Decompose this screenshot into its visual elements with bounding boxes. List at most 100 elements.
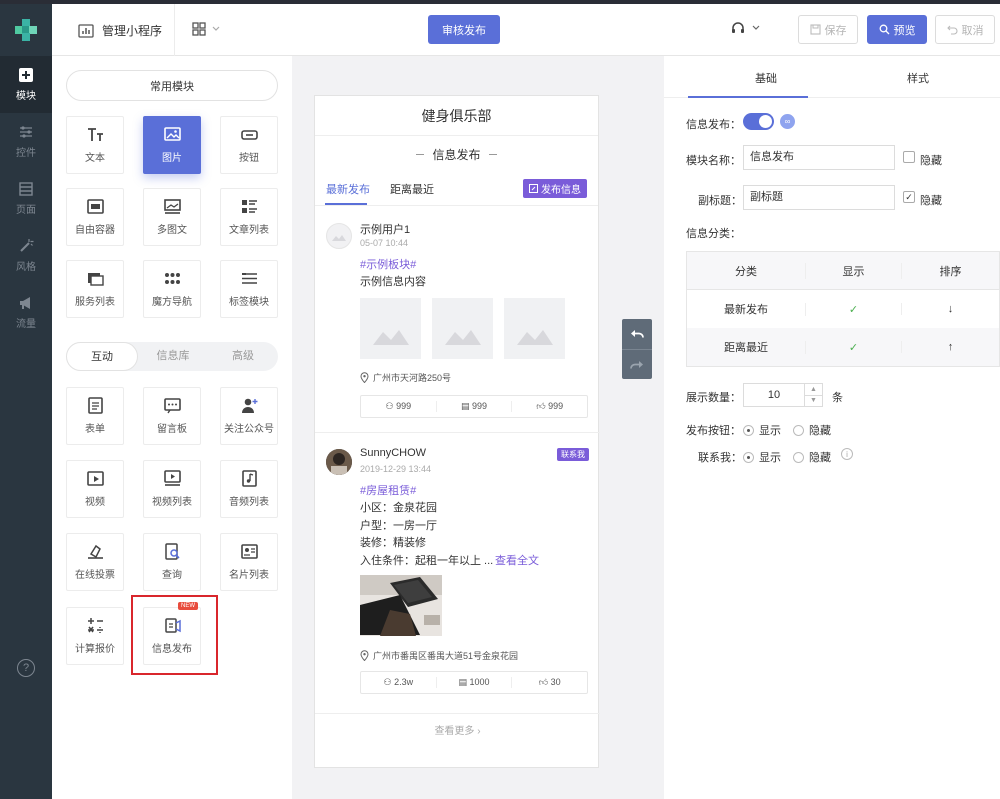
audio-icon <box>241 470 257 487</box>
save-button[interactable]: 保存 <box>798 15 858 44</box>
component-card-list[interactable]: 名片列表 <box>220 533 278 591</box>
hide-subtitle-checkbox[interactable]: ✓ <box>903 191 915 203</box>
common-modules-header[interactable]: 常用模块 <box>66 70 278 101</box>
placeholder-image-icon <box>516 330 553 345</box>
views-count: 2.3w <box>394 677 414 687</box>
component-label: 查询 <box>162 570 182 581</box>
tab-style[interactable]: 样式 <box>907 70 929 86</box>
publish-button-hide-radio[interactable]: 隐藏 <box>793 422 831 438</box>
views-stat[interactable]: ⚇ 999 <box>361 401 437 412</box>
preview-button[interactable]: 预览 <box>867 15 927 44</box>
subtitle-input[interactable]: 副标题 <box>743 185 895 210</box>
multi-image-icon <box>163 199 181 214</box>
manage-miniprogram-link[interactable]: 管理小程序 <box>78 22 162 39</box>
post-photo[interactable] <box>360 575 442 636</box>
contact-show-radio[interactable]: 显示 <box>743 449 781 465</box>
views-stat[interactable]: ⚇ 2.3w <box>361 677 437 688</box>
component-vote[interactable]: 在线投票 <box>66 533 124 591</box>
info-icon[interactable]: i <box>841 448 853 460</box>
page-title: 健身俱乐部 <box>315 96 598 136</box>
link-icon[interactable]: ∞ <box>780 114 795 129</box>
component-container[interactable]: 自由容器 <box>66 188 124 246</box>
tab-nearest[interactable]: 距离最近 <box>390 181 434 197</box>
help-icon[interactable]: ? <box>17 659 35 677</box>
component-multi-image[interactable]: 多图文 <box>143 188 201 246</box>
component-label: 自由容器 <box>75 225 115 236</box>
sort-down-icon[interactable]: ↓ <box>901 303 999 315</box>
component-tag[interactable]: 标签模块 <box>220 260 278 318</box>
support-menu[interactable] <box>730 20 760 36</box>
read-more-link[interactable]: 查看全文 <box>495 552 539 568</box>
component-text[interactable]: 文本 <box>66 116 124 174</box>
post-tag[interactable]: #房屋租赁# <box>360 482 416 498</box>
show-check-icon[interactable]: ✓ <box>805 340 901 354</box>
component-video[interactable]: 视频 <box>66 460 124 518</box>
post-address[interactable]: 广州市天河路250号 <box>360 371 451 384</box>
post-content: 小区：金泉花园 <box>360 502 437 514</box>
nav-item-style[interactable]: 风格 <box>0 227 52 284</box>
increment-icon[interactable]: ▲ <box>805 384 822 395</box>
component-audio-list[interactable]: 音频列表 <box>220 460 278 518</box>
tab-info-library[interactable]: 信息库 <box>138 342 208 371</box>
count-value[interactable]: 10 <box>744 384 804 406</box>
plus-square-icon <box>19 68 33 82</box>
hide-name-checkbox[interactable] <box>903 151 915 163</box>
cancel-button[interactable]: 取消 <box>935 15 995 44</box>
post-image[interactable] <box>360 298 421 359</box>
nav-item-modules[interactable]: 模块 <box>0 56 52 113</box>
sort-up-icon[interactable]: ↑ <box>901 341 999 353</box>
nav-item-pages[interactable]: 页面 <box>0 170 52 227</box>
decrement-icon[interactable]: ▼ <box>805 394 822 407</box>
post-image[interactable] <box>504 298 565 359</box>
count-stepper[interactable]: 10 ▲ ▼ <box>743 383 823 407</box>
tab-advanced[interactable]: 高级 <box>208 342 278 371</box>
image-icon <box>163 127 181 141</box>
likes-stat[interactable]: 👍︎ 999 <box>512 401 587 412</box>
avatar <box>326 223 352 249</box>
tab-underline <box>688 96 808 98</box>
app-switcher[interactable] <box>192 22 220 36</box>
post-image[interactable] <box>432 298 493 359</box>
radio-label: 显示 <box>759 425 781 437</box>
views-count: 999 <box>396 401 412 411</box>
post-card[interactable]: SunnyCHOW 联系我 2019-12-29 13:44 #房屋租赁# 小区… <box>315 433 600 713</box>
module-name-input[interactable]: 信息发布 <box>743 145 895 170</box>
post-card[interactable]: 示例用户1 05-07 10:44 #示例板块# 示例信息内容 广州市天河路25… <box>315 207 600 432</box>
component-form[interactable]: 表单 <box>66 387 124 445</box>
publish-button-show-radio[interactable]: 显示 <box>743 422 781 438</box>
component-calculator[interactable]: 计算报价 <box>66 607 124 665</box>
tab-latest[interactable]: 最新发布 <box>326 181 370 197</box>
post-address[interactable]: 广州市番禺区番禺大道51号金泉花园 <box>360 649 518 662</box>
comments-stat[interactable]: ▤ 1000 <box>437 677 513 688</box>
contact-hide-radio[interactable]: 隐藏 <box>793 449 831 465</box>
likes-stat[interactable]: 👍︎ 30 <box>512 677 587 688</box>
tab-basic[interactable]: 基础 <box>755 70 777 86</box>
view-more-link[interactable]: 查看更多 › <box>315 713 600 749</box>
publish-toggle[interactable] <box>743 113 774 130</box>
placeholder-image-icon <box>332 235 346 241</box>
publish-toggle-label: 信息发布： <box>686 119 741 131</box>
component-query[interactable]: 查询 <box>143 533 201 591</box>
tab-interactive[interactable]: 互动 <box>66 342 138 371</box>
nav-item-traffic[interactable]: 流量 <box>0 284 52 341</box>
show-check-icon[interactable]: ✓ <box>805 302 901 316</box>
comments-stat[interactable]: ▤ 999 <box>437 401 513 412</box>
redo-button[interactable] <box>622 349 652 379</box>
component-message-board[interactable]: 留言板 <box>143 387 201 445</box>
comments-count: 1000 <box>469 677 490 687</box>
component-service-list[interactable]: 服务列表 <box>66 260 124 318</box>
contact-me-badge[interactable]: 联系我 <box>557 448 589 461</box>
post-content: 示例信息内容 <box>360 276 426 288</box>
component-button[interactable]: 按钮 <box>220 116 278 174</box>
component-article-list[interactable]: 文章列表 <box>220 188 278 246</box>
post-tag[interactable]: #示例板块# <box>360 256 416 272</box>
component-grid-nav[interactable]: 魔方导航 <box>143 260 201 318</box>
nav-item-controls[interactable]: 控件 <box>0 113 52 170</box>
undo-button[interactable] <box>622 319 652 349</box>
submit-review-button[interactable]: 审核发布 <box>428 15 500 44</box>
component-follow[interactable]: 关注公众号 <box>220 387 278 445</box>
component-image[interactable]: 图片 <box>143 116 201 174</box>
post-info-button[interactable]: 发布信息 <box>523 179 587 198</box>
post-info-label: 发布信息 <box>541 185 581 196</box>
component-video-list[interactable]: 视频列表 <box>143 460 201 518</box>
